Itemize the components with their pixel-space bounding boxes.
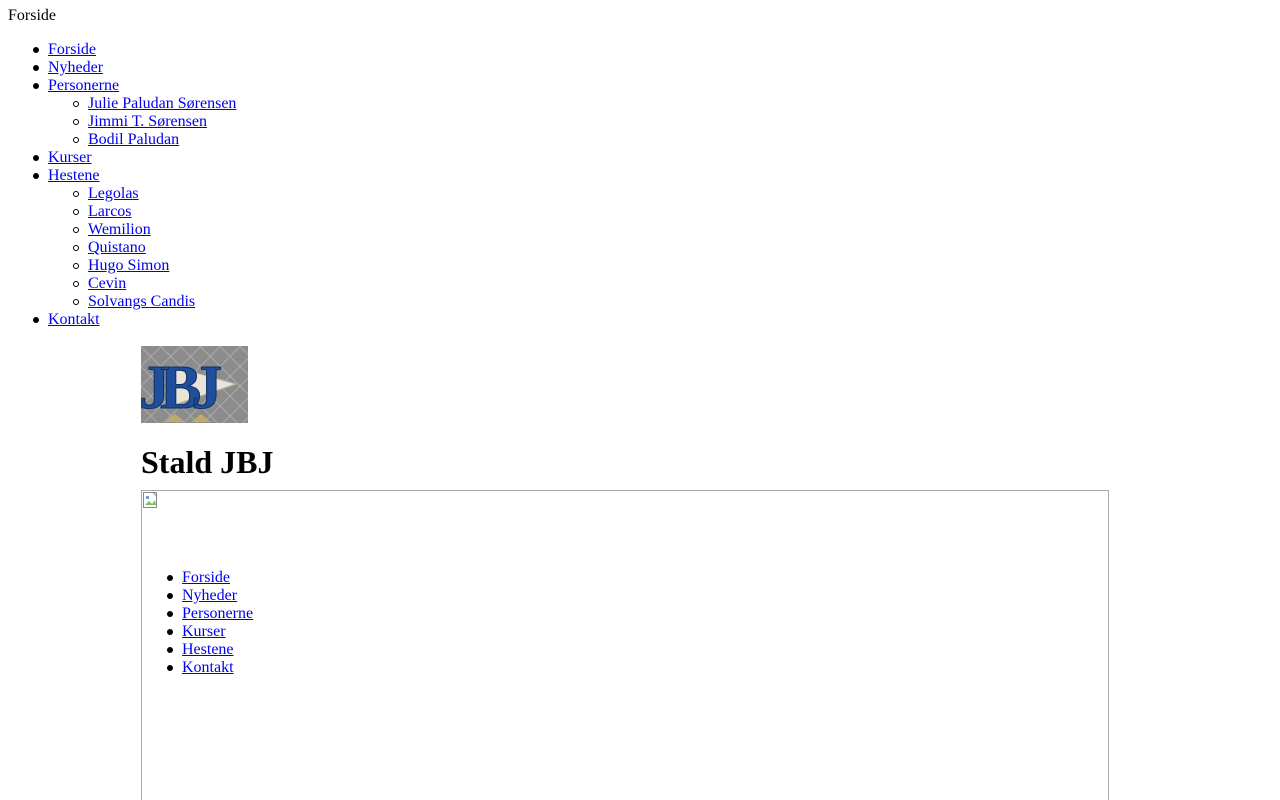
nav-item-forside: Forside: [32, 41, 236, 59]
content-frame: Forside Nyheder Personerne Kurser Hesten…: [141, 490, 1109, 800]
nav-item-personerne: Personerne Julie Paludan Sørensen Jimmi …: [32, 77, 236, 149]
submenu-item: Bodil Paludan: [72, 131, 236, 149]
nav-link-solvangs-candis[interactable]: Solvangs Candis: [88, 293, 195, 310]
secondary-nav-item: Hestene: [166, 641, 253, 659]
submenu-item: Legolas: [72, 185, 236, 203]
submenu-item: Larcos: [72, 203, 236, 221]
nav-link-forside[interactable]: Forside: [48, 41, 96, 59]
broken-image-icon: [143, 492, 158, 508]
personerne-submenu: Julie Paludan Sørensen Jimmi T. Sørensen…: [72, 95, 236, 149]
secondary-link-hestene[interactable]: Hestene: [182, 641, 234, 658]
nav-link-larcos[interactable]: Larcos: [88, 203, 132, 220]
secondary-nav-item: Forside: [166, 569, 253, 587]
page-title: Forside: [8, 7, 56, 24]
nav-link-hestene[interactable]: Hestene: [48, 167, 100, 185]
secondary-nav-item: Kurser: [166, 623, 253, 641]
content-area: JBJ: [141, 346, 248, 423]
secondary-link-nyheder[interactable]: Nyheder: [182, 587, 237, 604]
submenu-item: Julie Paludan Sørensen: [72, 95, 236, 113]
jbj-logo: JBJ: [141, 346, 248, 423]
secondary-link-personerne[interactable]: Personerne: [182, 605, 253, 622]
nav-link-kurser[interactable]: Kurser: [48, 149, 92, 167]
logo-link[interactable]: JBJ: [141, 346, 248, 423]
secondary-link-forside[interactable]: Forside: [182, 569, 230, 586]
nav-item-kontakt: Kontakt: [32, 311, 236, 329]
submenu-item: Quistano: [72, 239, 236, 257]
nav-item-nyheder: Nyheder: [32, 59, 236, 77]
logo-text: JBJ: [141, 354, 221, 422]
nav-link-wemilion[interactable]: Wemilion: [88, 221, 151, 238]
hestene-submenu: Legolas Larcos Wemilion Quistano Hugo Si…: [72, 185, 236, 311]
submenu-item: Solvangs Candis: [72, 293, 236, 311]
nav-item-hestene: Hestene Legolas Larcos Wemilion Quistano…: [32, 167, 236, 311]
nav-link-julie[interactable]: Julie Paludan Sørensen: [88, 95, 236, 112]
submenu-item: Wemilion: [72, 221, 236, 239]
secondary-link-kontakt[interactable]: Kontakt: [182, 659, 234, 676]
nav-link-bodil[interactable]: Bodil Paludan: [88, 131, 179, 148]
submenu-item: Hugo Simon: [72, 257, 236, 275]
secondary-nav-item: Personerne: [166, 605, 253, 623]
nav-link-hugo-simon[interactable]: Hugo Simon: [88, 257, 169, 274]
submenu-item: Cevin: [72, 275, 236, 293]
main-navigation: Forside Nyheder Personerne Julie Paludan…: [32, 41, 236, 329]
nav-link-cevin[interactable]: Cevin: [88, 275, 126, 292]
nav-item-kurser: Kurser: [32, 149, 236, 167]
nav-link-quistano[interactable]: Quistano: [88, 239, 146, 256]
nav-link-jimmi[interactable]: Jimmi T. Sørensen: [88, 113, 207, 130]
nav-link-kontakt[interactable]: Kontakt: [48, 311, 100, 329]
secondary-nav-item: Nyheder: [166, 587, 253, 605]
nav-link-personerne[interactable]: Personerne: [48, 77, 119, 95]
submenu-item: Jimmi T. Sørensen: [72, 113, 236, 131]
site-heading: Stald JBJ: [141, 444, 274, 480]
nav-link-legolas[interactable]: Legolas: [88, 185, 139, 202]
secondary-link-kurser[interactable]: Kurser: [182, 623, 226, 640]
secondary-nav-item: Kontakt: [166, 659, 253, 677]
nav-link-nyheder[interactable]: Nyheder: [48, 59, 103, 77]
secondary-navigation: Forside Nyheder Personerne Kurser Hesten…: [166, 569, 253, 677]
